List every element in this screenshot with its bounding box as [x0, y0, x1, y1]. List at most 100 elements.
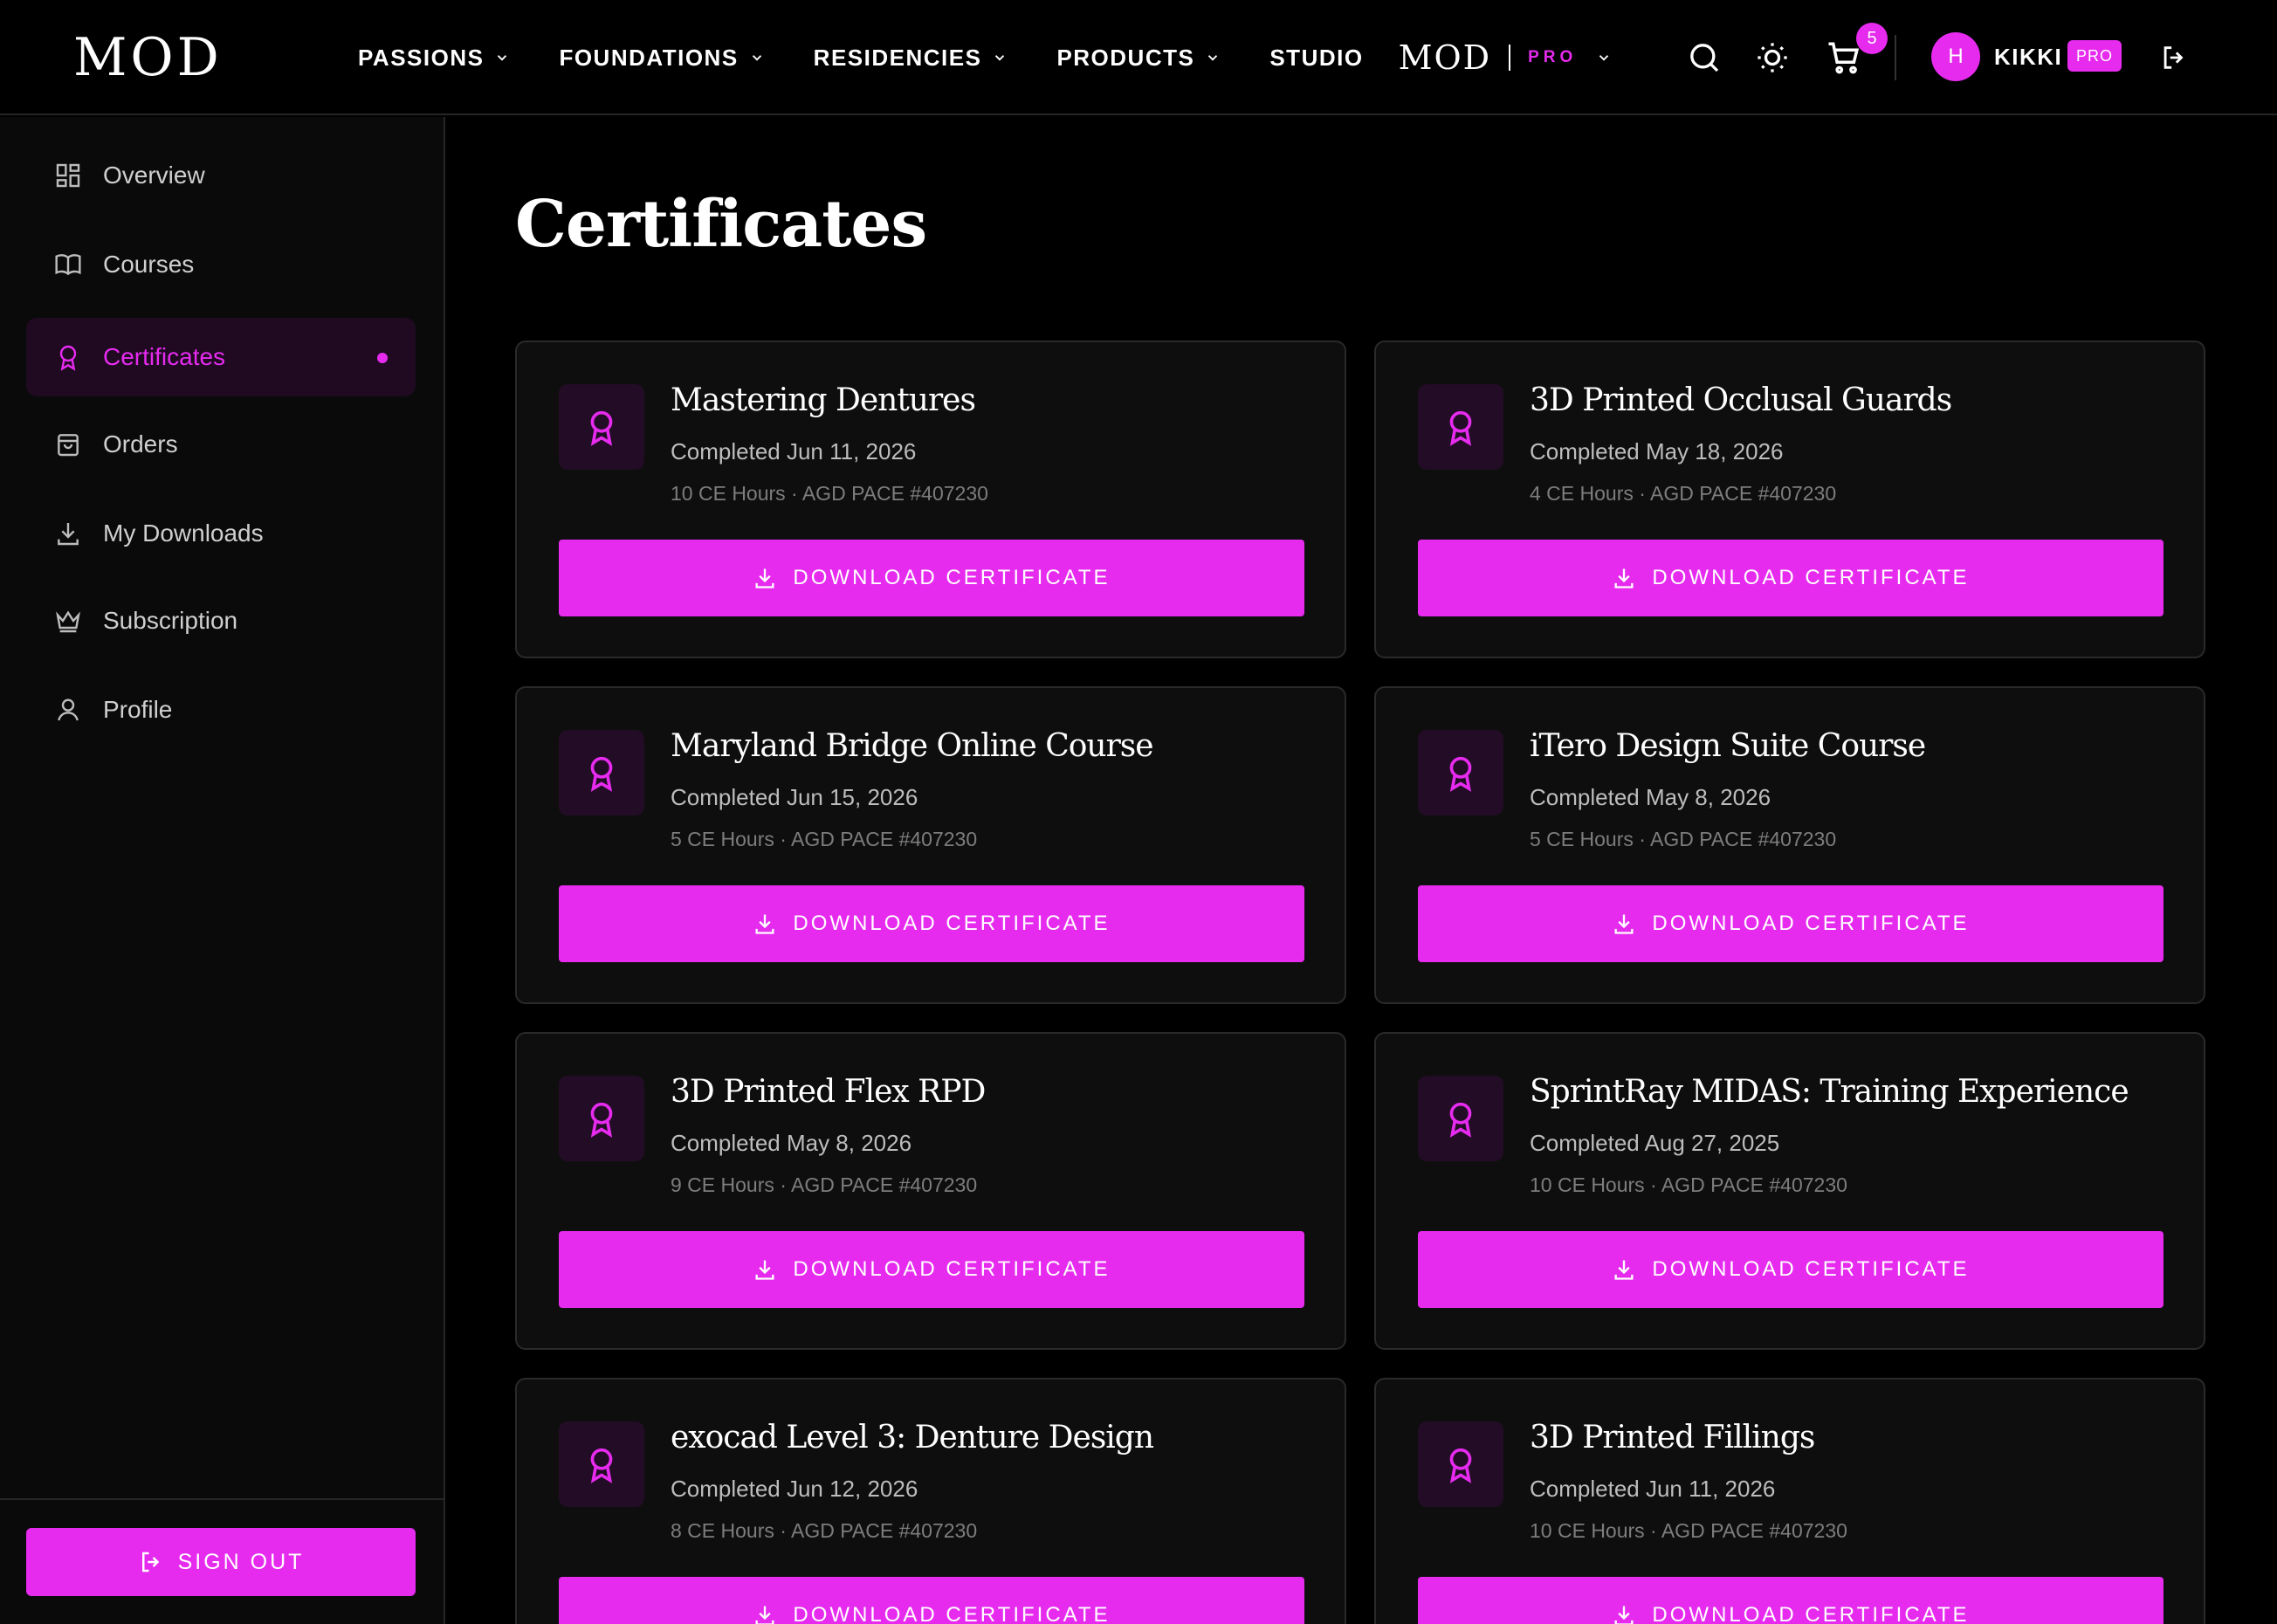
certificate-title: iTero Design Suite Course [1530, 728, 1926, 764]
certificate-badge [559, 1076, 644, 1161]
completion-date: Completed Jun 15, 2026 [671, 784, 918, 810]
chevron-down-icon [498, 55, 507, 61]
download-icon [1614, 1260, 1634, 1280]
download-certificate-button[interactable]: DOWNLOAD CERTIFICATE [559, 1577, 1304, 1624]
search-icon [1690, 44, 1719, 72]
nav-mod-pro[interactable]: MOD PRO [1399, 38, 1613, 77]
download-certificate-button[interactable]: DOWNLOAD CERTIFICATE [1418, 540, 2163, 616]
avatar[interactable]: H [1931, 32, 1980, 81]
ce-hours-meta: 8 CE Hours · AGD PACE #407230 [671, 1519, 978, 1542]
download-certificate-label: DOWNLOAD CERTIFICATE [1652, 1603, 1970, 1624]
bag-icon [58, 434, 79, 457]
download-certificate-button[interactable]: DOWNLOAD CERTIFICATE [559, 885, 1304, 962]
chevron-down-icon [1208, 55, 1218, 61]
download-icon [755, 914, 774, 934]
page-title: Certificates [515, 187, 927, 262]
certificate-badge [1418, 384, 1503, 470]
pro-label: PRO [1528, 48, 1578, 66]
download-certificate-button[interactable]: DOWNLOAD CERTIFICATE [559, 1231, 1304, 1308]
download-certificate-label: DOWNLOAD CERTIFICATE [1652, 1257, 1970, 1281]
completion-date: Completed Jun 11, 2026 [1530, 1476, 1776, 1502]
download-certificate-button[interactable]: DOWNLOAD CERTIFICATE [1418, 1577, 2163, 1624]
user-name[interactable]: KIKKI [1994, 44, 2062, 71]
award-icon [1449, 1448, 1472, 1483]
ce-hours-meta: 4 CE Hours · AGD PACE #407230 [1530, 482, 1837, 505]
logout-button[interactable] [2155, 38, 2193, 77]
certificate-title: 3D Printed Fillings [1530, 1420, 1815, 1455]
mod-pro-logo: MOD [1398, 38, 1492, 77]
search-button[interactable] [1685, 38, 1723, 77]
chevron-down-icon [995, 55, 1005, 61]
chevron-down-icon [752, 55, 761, 61]
certificate-badge [1418, 730, 1503, 815]
pro-badge: PRO [2067, 40, 2122, 72]
completion-date: Completed Jun 11, 2026 [671, 438, 917, 464]
certificate-title: Maryland Bridge Online Course [671, 728, 1154, 764]
sidebar-item-label: My Downloads [103, 520, 264, 547]
certificate-card: 3D Printed Flex RPD Completed May 8, 2026… [515, 1032, 1346, 1350]
certificate-badge [559, 1421, 644, 1507]
book-icon [55, 254, 81, 276]
download-icon [1614, 1606, 1634, 1624]
certificate-title: exocad Level 3: Denture Design [671, 1420, 1154, 1455]
certificate-card: 3D Printed Occlusal Guards Completed May … [1374, 341, 2205, 658]
active-indicator [377, 353, 388, 363]
completion-date: Completed May 8, 2026 [1530, 784, 1771, 810]
sidebar-item-label: Profile [103, 696, 173, 723]
sidebar-item-label: Subscription [103, 607, 238, 634]
certificate-title: 3D Printed Flex RPD [671, 1074, 986, 1110]
sidebar-item-overview[interactable]: Overview [26, 136, 416, 215]
cart-button[interactable]: 5 [1825, 23, 1888, 77]
logout-icon [141, 1552, 159, 1572]
sidebar: Overview Courses Certificates Orders My … [0, 117, 445, 1624]
download-icon [755, 568, 774, 588]
certificate-badge [1418, 1076, 1503, 1161]
nav-foundations-label: FOUNDATIONS [559, 44, 739, 71]
award-icon [1449, 410, 1472, 446]
nav-studio[interactable]: STUDIO [1269, 45, 1363, 72]
theme-toggle[interactable] [1753, 38, 1792, 77]
completion-date: Completed May 18, 2026 [1530, 438, 1784, 464]
site-logo[interactable]: MOD [73, 31, 223, 84]
sidebar-item-orders[interactable]: Orders [26, 405, 416, 484]
sidebar-item-subscription[interactable]: Subscription [26, 581, 416, 660]
logout-icon [2163, 46, 2184, 69]
logo-divider [1509, 45, 1511, 71]
download-certificate-label: DOWNLOAD CERTIFICATE [1652, 566, 1970, 589]
nav-products[interactable]: PRODUCTS [1056, 45, 1221, 72]
sidebar-item-courses[interactable]: Courses [26, 225, 416, 304]
certificate-card: exocad Level 3: Denture Design Completed … [515, 1378, 1346, 1624]
sidebar-item-profile[interactable]: Profile [26, 671, 416, 749]
nav-residencies[interactable]: RESIDENCIES [814, 45, 1008, 72]
certificate-title: Mastering Dentures [671, 382, 976, 418]
chevron-down-icon [1599, 55, 1609, 61]
award-icon [590, 1102, 613, 1138]
nav-studio-label: STUDIO [1269, 44, 1364, 71]
nav-residencies-label: RESIDENCIES [813, 44, 982, 71]
download-icon [58, 523, 79, 546]
certificate-card: Maryland Bridge Online Course Completed J… [515, 686, 1346, 1004]
award-icon [590, 1448, 613, 1483]
certificate-badge [559, 730, 644, 815]
sidebar-divider [0, 1498, 444, 1500]
sign-out-label: SIGN OUT [177, 1549, 305, 1574]
download-certificate-button[interactable]: DOWNLOAD CERTIFICATE [1418, 885, 2163, 962]
download-certificate-button[interactable]: DOWNLOAD CERTIFICATE [559, 540, 1304, 616]
nav-foundations[interactable]: FOUNDATIONS [559, 45, 764, 72]
download-icon [755, 1260, 774, 1280]
download-certificate-button[interactable]: DOWNLOAD CERTIFICATE [1418, 1231, 2163, 1308]
certificate-card: 3D Printed Fillings Completed Jun 11, 202… [1374, 1378, 2205, 1624]
sidebar-item-certificates[interactable]: Certificates [26, 318, 416, 396]
sidebar-item-downloads[interactable]: My Downloads [26, 494, 416, 573]
sign-out-button[interactable]: SIGN OUT [26, 1528, 416, 1596]
certificate-title: SprintRay MIDAS: Training Experience [1530, 1074, 2129, 1110]
download-certificate-label: DOWNLOAD CERTIFICATE [1652, 912, 1970, 935]
nav-products-label: PRODUCTS [1056, 44, 1195, 71]
certificate-badge [1418, 1421, 1503, 1507]
certificate-card: iTero Design Suite Course Completed May 8… [1374, 686, 2205, 1004]
download-icon [755, 1606, 774, 1624]
certificate-card: Mastering Dentures Completed Jun 11, 2026… [515, 341, 1346, 658]
nav-passions[interactable]: PASSIONS [358, 45, 510, 72]
award-icon [590, 410, 613, 446]
completion-date: Completed Aug 27, 2025 [1530, 1130, 1780, 1156]
